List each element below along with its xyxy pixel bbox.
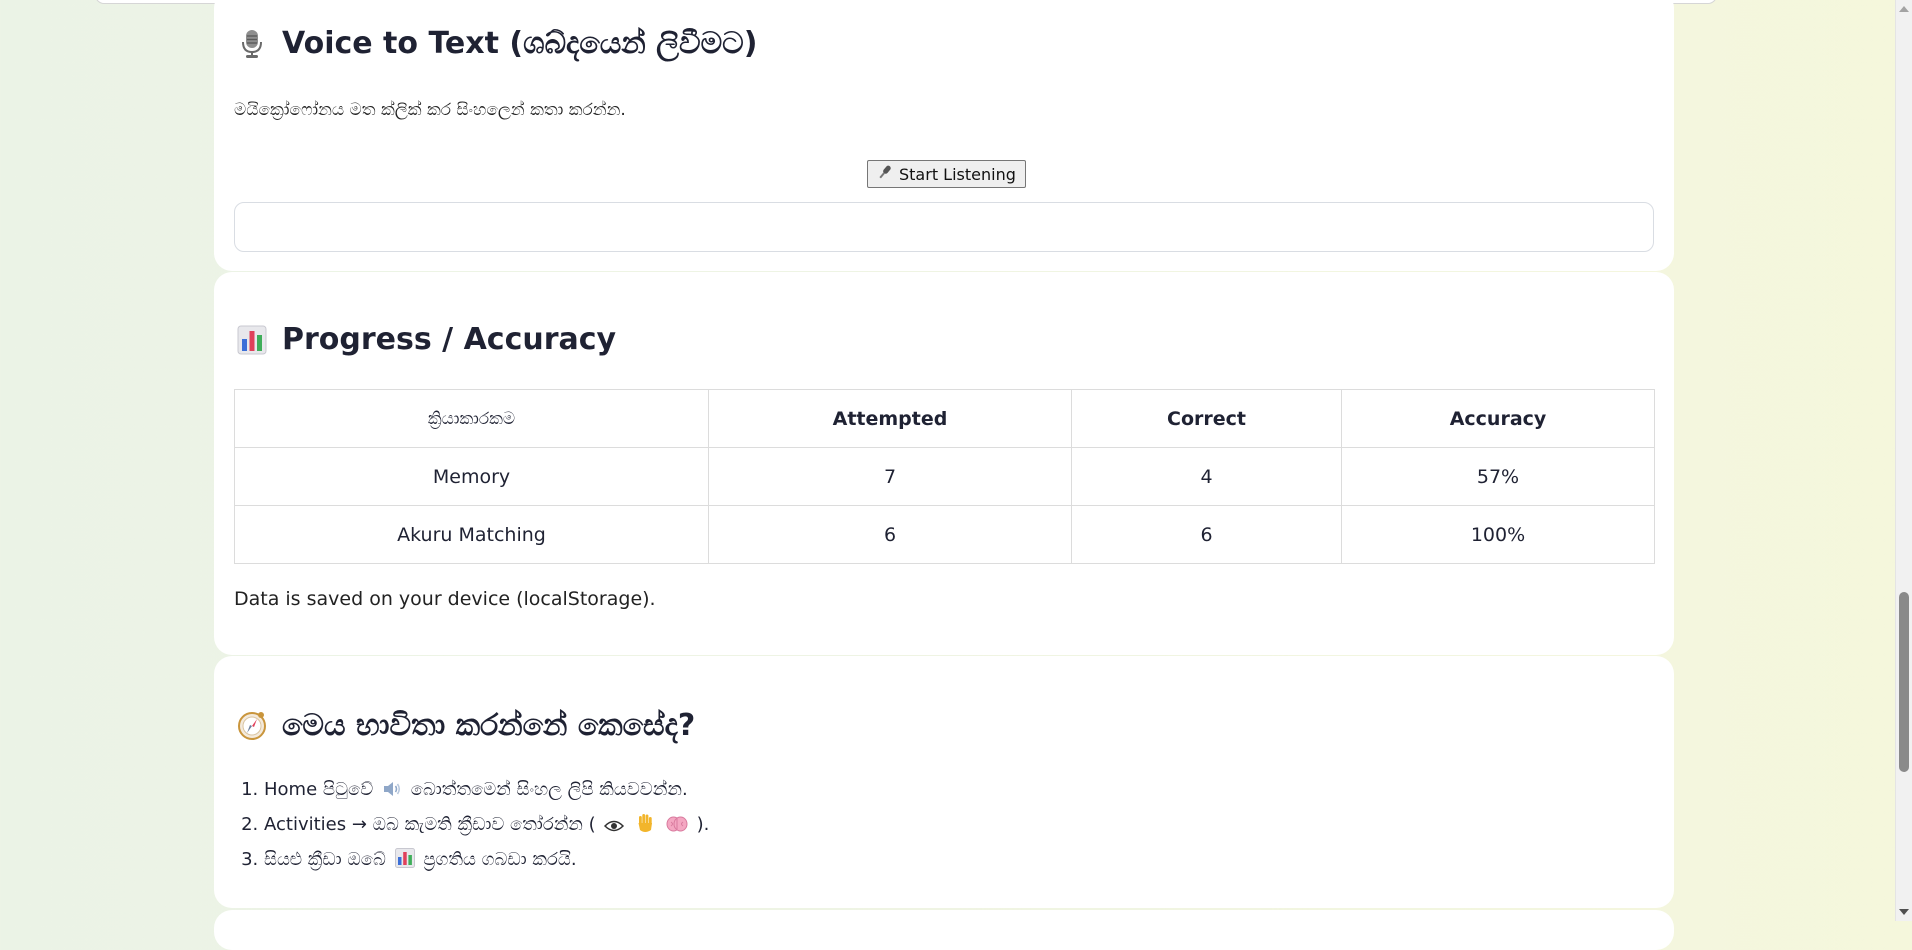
speaker-icon [382, 777, 402, 809]
start-listening-label: Start Listening [899, 164, 1016, 184]
progress-table: ක්‍රියාකාරකම Attempted Correct Accuracy … [234, 389, 1655, 564]
bar-chart-icon [394, 847, 415, 879]
step-text-after: බොත්තමෙන් සිංහල ලිපි කියවවන්න. [410, 779, 688, 800]
howto-title: මෙය භාවිතා කරන්නේ කෙසේද? [282, 708, 696, 743]
next-card [214, 910, 1674, 950]
list-item: සියළු ක්‍රීඩා ඔබේ ප්‍රගතිය ගබඩා කරයි. [264, 844, 709, 879]
column-header-accuracy: Accuracy [1341, 389, 1655, 448]
column-header-activity: ක්‍රියාකාරකම [234, 389, 709, 448]
hand-icon [636, 812, 654, 844]
step-text-after: ප්‍රගතිය ගබඩා කරයි. [423, 849, 577, 870]
table-cell-accuracy: 100% [1341, 505, 1655, 564]
progress-card: Progress / Accuracy ක්‍රියාකාරකම Attempt… [214, 272, 1674, 655]
table-row: Memory 7 4 57% [234, 447, 1655, 506]
voice-title: Voice to Text (ශබ්දයෙන් ලිවීමට) [282, 26, 758, 61]
list-item: Home පිටුවේ බොත්තමෙන් සිංහල ලිපි කියවවන්… [264, 774, 709, 809]
table-header-row: ක්‍රියාකාරකම Attempted Correct Accuracy [234, 389, 1655, 448]
step-text-before: Activities → ඔබ කැමති ක්‍රීඩාව තෝරන්න ( [264, 814, 596, 835]
scrollbar-thumb[interactable] [1899, 592, 1909, 772]
step-text-before: Home පිටුවේ [264, 779, 374, 800]
brain-icon [666, 812, 688, 844]
compass-icon [236, 710, 268, 742]
voice-heading: Voice to Text (ශබ්දයෙන් ලිවීමට) [236, 26, 757, 61]
step-text-before: සියළු ක්‍රීඩා ඔබේ [264, 849, 386, 870]
storage-note: Data is saved on your device (localStora… [234, 588, 656, 610]
voice-to-text-card: Voice to Text (ශබ්දයෙන් ලිවීමට) මයික්‍රෝ… [214, 0, 1674, 271]
table-cell-correct: 6 [1071, 505, 1342, 564]
table-cell-attempted: 6 [708, 505, 1072, 564]
start-listening-button[interactable]: Start Listening [867, 160, 1026, 188]
how-to-use-card: මෙය භාවිතා කරන්නේ කෙසේද? Home පිටුවේ බොත… [214, 656, 1674, 908]
column-header-correct: Correct [1071, 389, 1342, 448]
progress-title: Progress / Accuracy [282, 322, 617, 357]
voice-description: මයික්‍රෝෆෝනය මත ක්ලික් කර සිංහලෙන් කතා ක… [234, 100, 626, 120]
column-header-attempted: Attempted [708, 389, 1072, 448]
microphone-icon [236, 28, 268, 60]
howto-heading: මෙය භාවිතා කරන්නේ කෙසේද? [236, 708, 695, 743]
table-cell-attempted: 7 [708, 447, 1072, 506]
scroll-down-arrow-icon[interactable] [1899, 909, 1909, 915]
progress-heading: Progress / Accuracy [236, 322, 616, 357]
list-item: Activities → ඔබ කැමති ක්‍රීඩාව තෝරන්න ( [264, 809, 709, 844]
mic-icon [877, 164, 893, 184]
table-cell-activity: Memory [234, 447, 709, 506]
scroll-up-arrow-icon[interactable] [1899, 6, 1909, 12]
eye-icon [604, 812, 625, 844]
page-scrollbar[interactable] [1895, 0, 1912, 921]
table-cell-accuracy: 57% [1341, 447, 1655, 506]
table-cell-correct: 4 [1071, 447, 1342, 506]
table-row: Akuru Matching 6 6 100% [234, 505, 1655, 564]
step-text-after: ). [696, 814, 710, 835]
bar-chart-icon [236, 324, 268, 356]
howto-steps-list: Home පිටුවේ බොත්තමෙන් සිංහල ලිපි කියවවන්… [234, 774, 709, 879]
speech-output-box[interactable] [234, 202, 1654, 252]
table-cell-activity: Akuru Matching [234, 505, 709, 564]
